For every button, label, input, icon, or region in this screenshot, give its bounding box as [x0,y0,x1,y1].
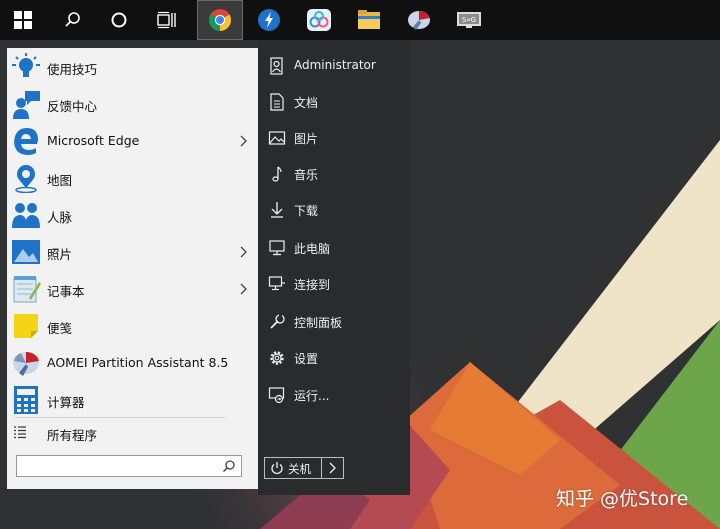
taskbar: S»G [0,0,720,40]
chevron-right-icon [329,462,336,474]
start-search-field[interactable] [16,455,242,477]
places-item-label: 运行... [294,389,330,403]
run-icon [268,387,285,404]
places-item-settings[interactable]: 设置 [258,340,410,374]
search-icon[interactable] [50,0,96,40]
list-icon [14,426,26,439]
downloads-icon [271,202,283,218]
task-view-icon[interactable] [144,0,190,40]
search-icon [222,460,235,473]
windows-start-icon[interactable] [0,0,46,40]
baidu-netdisk-icon[interactable] [296,0,342,40]
places-item-label: 控制面板 [294,316,343,330]
blue-app-icon[interactable] [246,0,292,40]
places-item-label: 此电脑 [294,242,331,256]
program-label: Microsoft Edge [47,133,140,148]
start-menu-places-panel: Administrator 文档 图片 音乐 下载 此电脑 连接到 控制面板 设… [258,40,410,495]
power-icon [271,462,283,475]
shutdown-label: 关机 [288,462,311,476]
file-explorer-icon[interactable] [346,0,392,40]
program-item-sticky-notes[interactable]: 便笺 [7,308,258,345]
start-search-input[interactable] [21,458,215,476]
edge-icon [14,128,38,155]
people-icon [12,203,40,228]
user-icon [270,57,283,75]
program-label: 照片 [47,247,73,262]
program-item-notepad[interactable]: 记事本 [7,271,258,308]
program-item-feedback-hub[interactable]: 反馈中心 [7,86,258,123]
program-item-maps[interactable]: 地图 [7,160,258,197]
places-item-pictures[interactable]: 图片 [258,120,410,154]
pictures-icon [268,131,286,145]
places-item-control-panel[interactable]: 控制面板 [258,304,410,338]
program-item-photos[interactable]: 照片 [7,234,258,271]
calculator-icon [14,386,38,414]
all-programs-label: 所有程序 [47,428,98,443]
feedback-hub-icon [13,91,40,119]
maps-icon [15,165,37,193]
tips-bulb-icon [12,53,40,77]
watermark: 知乎 @优Store [556,488,689,510]
connect-to-icon [268,276,285,291]
all-programs-button[interactable]: 所有程序 [7,419,258,447]
s2g-app-icon[interactable]: S»G [446,0,492,40]
program-label: 人脉 [47,210,73,225]
shutdown-options-button[interactable] [322,457,344,479]
notepad-icon [13,276,41,303]
chrome-icon[interactable] [197,0,243,40]
places-item-label: 连接到 [294,278,331,292]
program-label: 便笺 [47,321,73,336]
chevron-right-icon [240,246,247,258]
settings-gear-icon [270,351,284,365]
control-panel-icon [270,314,285,329]
aomei-partition-icon[interactable] [396,0,442,40]
chevron-right-icon [240,135,247,147]
program-item-people[interactable]: 人脉 [7,197,258,234]
places-item-label: Administrator [294,58,376,72]
places-item-this-pc[interactable]: 此电脑 [258,230,410,264]
program-label: 使用技巧 [47,62,98,77]
program-item-microsoft-edge[interactable]: Microsoft Edge [7,123,258,160]
aomei-icon [13,351,39,376]
places-item-connect-to[interactable]: 连接到 [258,266,410,300]
cortana-icon[interactable] [96,0,142,40]
sticky-notes-icon [14,314,38,338]
svg-text:S»G: S»G [462,16,476,24]
places-item-label: 下载 [294,204,319,218]
documents-icon [270,93,284,111]
program-label: AOMEI Partition Assistant 8.5 [47,355,229,370]
program-label: 地图 [47,173,73,188]
places-item-music[interactable]: 音乐 [258,156,410,190]
places-item-label: 音乐 [294,168,319,182]
program-item-tips[interactable]: 使用技巧 [7,49,258,86]
photos-icon [12,240,40,264]
places-item-label: 设置 [294,352,319,366]
program-label: 反馈中心 [47,99,98,114]
places-item-documents[interactable]: 文档 [258,84,410,118]
program-label: 计算器 [47,395,85,410]
places-item-run[interactable]: 运行... [258,377,410,411]
program-label: 记事本 [47,284,85,299]
program-item-calculator[interactable]: 计算器 [7,382,258,419]
program-item-aomei[interactable]: AOMEI Partition Assistant 8.5 [7,345,258,382]
places-item-label: 图片 [294,132,319,146]
places-item-administrator[interactable]: Administrator [258,48,410,82]
places-item-downloads[interactable]: 下载 [258,192,410,226]
start-menu-programs-panel: 使用技巧 反馈中心 Microsoft Edge 地图 人脉 照片 记事本 便笺… [7,48,258,489]
shutdown-button[interactable]: 关机 [264,457,322,479]
places-item-label: 文档 [294,96,319,110]
chevron-right-icon [240,283,247,295]
this-pc-icon [269,240,285,256]
menu-separator [15,417,225,418]
music-icon [272,166,282,182]
